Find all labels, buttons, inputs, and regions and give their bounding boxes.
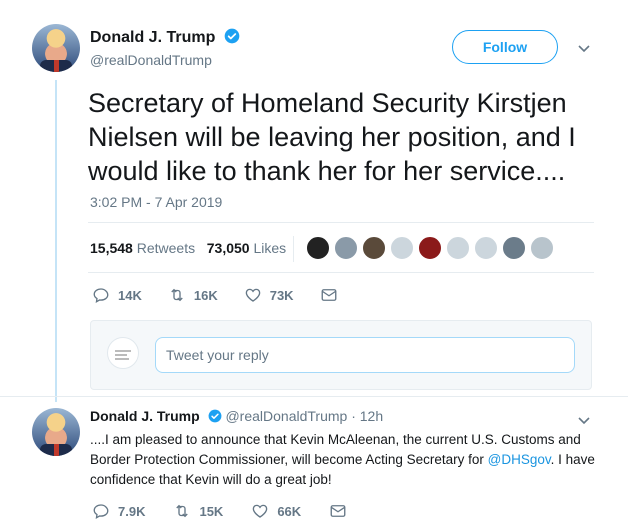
retweets-count: 15,548	[90, 240, 133, 256]
liker-avatar[interactable]	[474, 236, 498, 260]
heart-icon	[253, 504, 268, 518]
reply-composer: Tweet your reply	[90, 320, 592, 390]
reply-author-avatar[interactable]	[32, 408, 80, 456]
envelope-icon	[330, 505, 346, 517]
likes-count: 73,050	[206, 240, 250, 256]
reply-time[interactable]: · 12h	[351, 408, 383, 424]
tweet-text: Secretary of Homeland Security Kirstjen …	[88, 88, 576, 186]
thread-line	[55, 80, 57, 402]
direct-message-action[interactable]	[329, 502, 355, 520]
author-avatar[interactable]	[32, 24, 80, 72]
reply-author-handle[interactable]: @realDonaldTrump	[225, 408, 347, 424]
liker-avatar[interactable]	[446, 236, 470, 260]
retweet-icon	[176, 504, 189, 518]
like-action[interactable]: 73K	[244, 286, 294, 304]
retweets-stat[interactable]: 15,548 Retweets	[90, 240, 195, 256]
liker-avatar[interactable]	[362, 236, 386, 260]
like-count: 73K	[269, 287, 294, 303]
current-user-avatar	[107, 337, 139, 369]
liker-avatar[interactable]	[502, 236, 526, 260]
follow-button[interactable]: Follow	[452, 30, 558, 64]
direct-message-action[interactable]	[320, 286, 346, 304]
reply-icon	[93, 504, 109, 520]
divider	[88, 222, 594, 223]
retweet-action[interactable]: 15K	[173, 502, 223, 520]
retweet-count: 16K	[193, 287, 218, 303]
retweet-action[interactable]: 16K	[168, 286, 218, 304]
stats-divider	[293, 236, 294, 262]
retweet-count: 15K	[199, 503, 224, 519]
verified-badge-icon	[208, 409, 221, 423]
author-name-text[interactable]: Donald J. Trump	[90, 29, 215, 46]
chevron-down-icon[interactable]	[576, 40, 592, 56]
author-name[interactable]: Donald J. Trump	[90, 28, 240, 47]
like-action[interactable]: 66K	[251, 502, 301, 520]
reply-icon	[93, 288, 109, 304]
reply-text: ....I am pleased to announce that Kevin …	[90, 430, 600, 490]
reply-count: 7.9K	[118, 503, 146, 519]
chevron-down-icon[interactable]	[576, 412, 592, 428]
reply-author-name[interactable]: Donald J. Trump	[90, 408, 200, 424]
tweet-actions: 14K 16K 73K	[92, 286, 372, 304]
reply-action[interactable]: 7.9K	[92, 502, 145, 520]
mention-link[interactable]: @DHSgov	[488, 452, 551, 467]
retweet-icon	[171, 288, 183, 302]
reply-action[interactable]: 14K	[92, 286, 142, 304]
verified-badge-icon	[224, 28, 240, 44]
reply-header: Donald J. Trump @realDonaldTrump · 12h	[90, 408, 383, 424]
heart-icon	[245, 288, 260, 302]
reply-actions: 7.9K 15K 66K	[92, 502, 383, 520]
liker-avatars	[306, 236, 558, 262]
retweets-label: Retweets	[136, 240, 196, 256]
envelope-icon	[321, 289, 337, 301]
liker-avatar[interactable]	[306, 236, 330, 260]
tweet-timestamp[interactable]: 3:02 PM - 7 Apr 2019	[90, 194, 222, 210]
likes-label: Likes	[253, 240, 287, 256]
reply-count: 14K	[118, 287, 142, 303]
reply-input[interactable]: Tweet your reply	[155, 337, 575, 373]
like-count: 66K	[277, 503, 302, 519]
likes-stat[interactable]: 73,050 Likes	[207, 240, 286, 256]
author-handle[interactable]: @realDonaldTrump	[90, 52, 212, 68]
divider	[88, 272, 594, 273]
liker-avatar[interactable]	[418, 236, 442, 260]
tweet-separator	[0, 396, 628, 397]
liker-avatar[interactable]	[334, 236, 358, 260]
liker-avatar[interactable]	[390, 236, 414, 260]
tweet-stats: 15,548 Retweets 73,050 Likes	[90, 240, 286, 256]
liker-avatar[interactable]	[530, 236, 554, 260]
